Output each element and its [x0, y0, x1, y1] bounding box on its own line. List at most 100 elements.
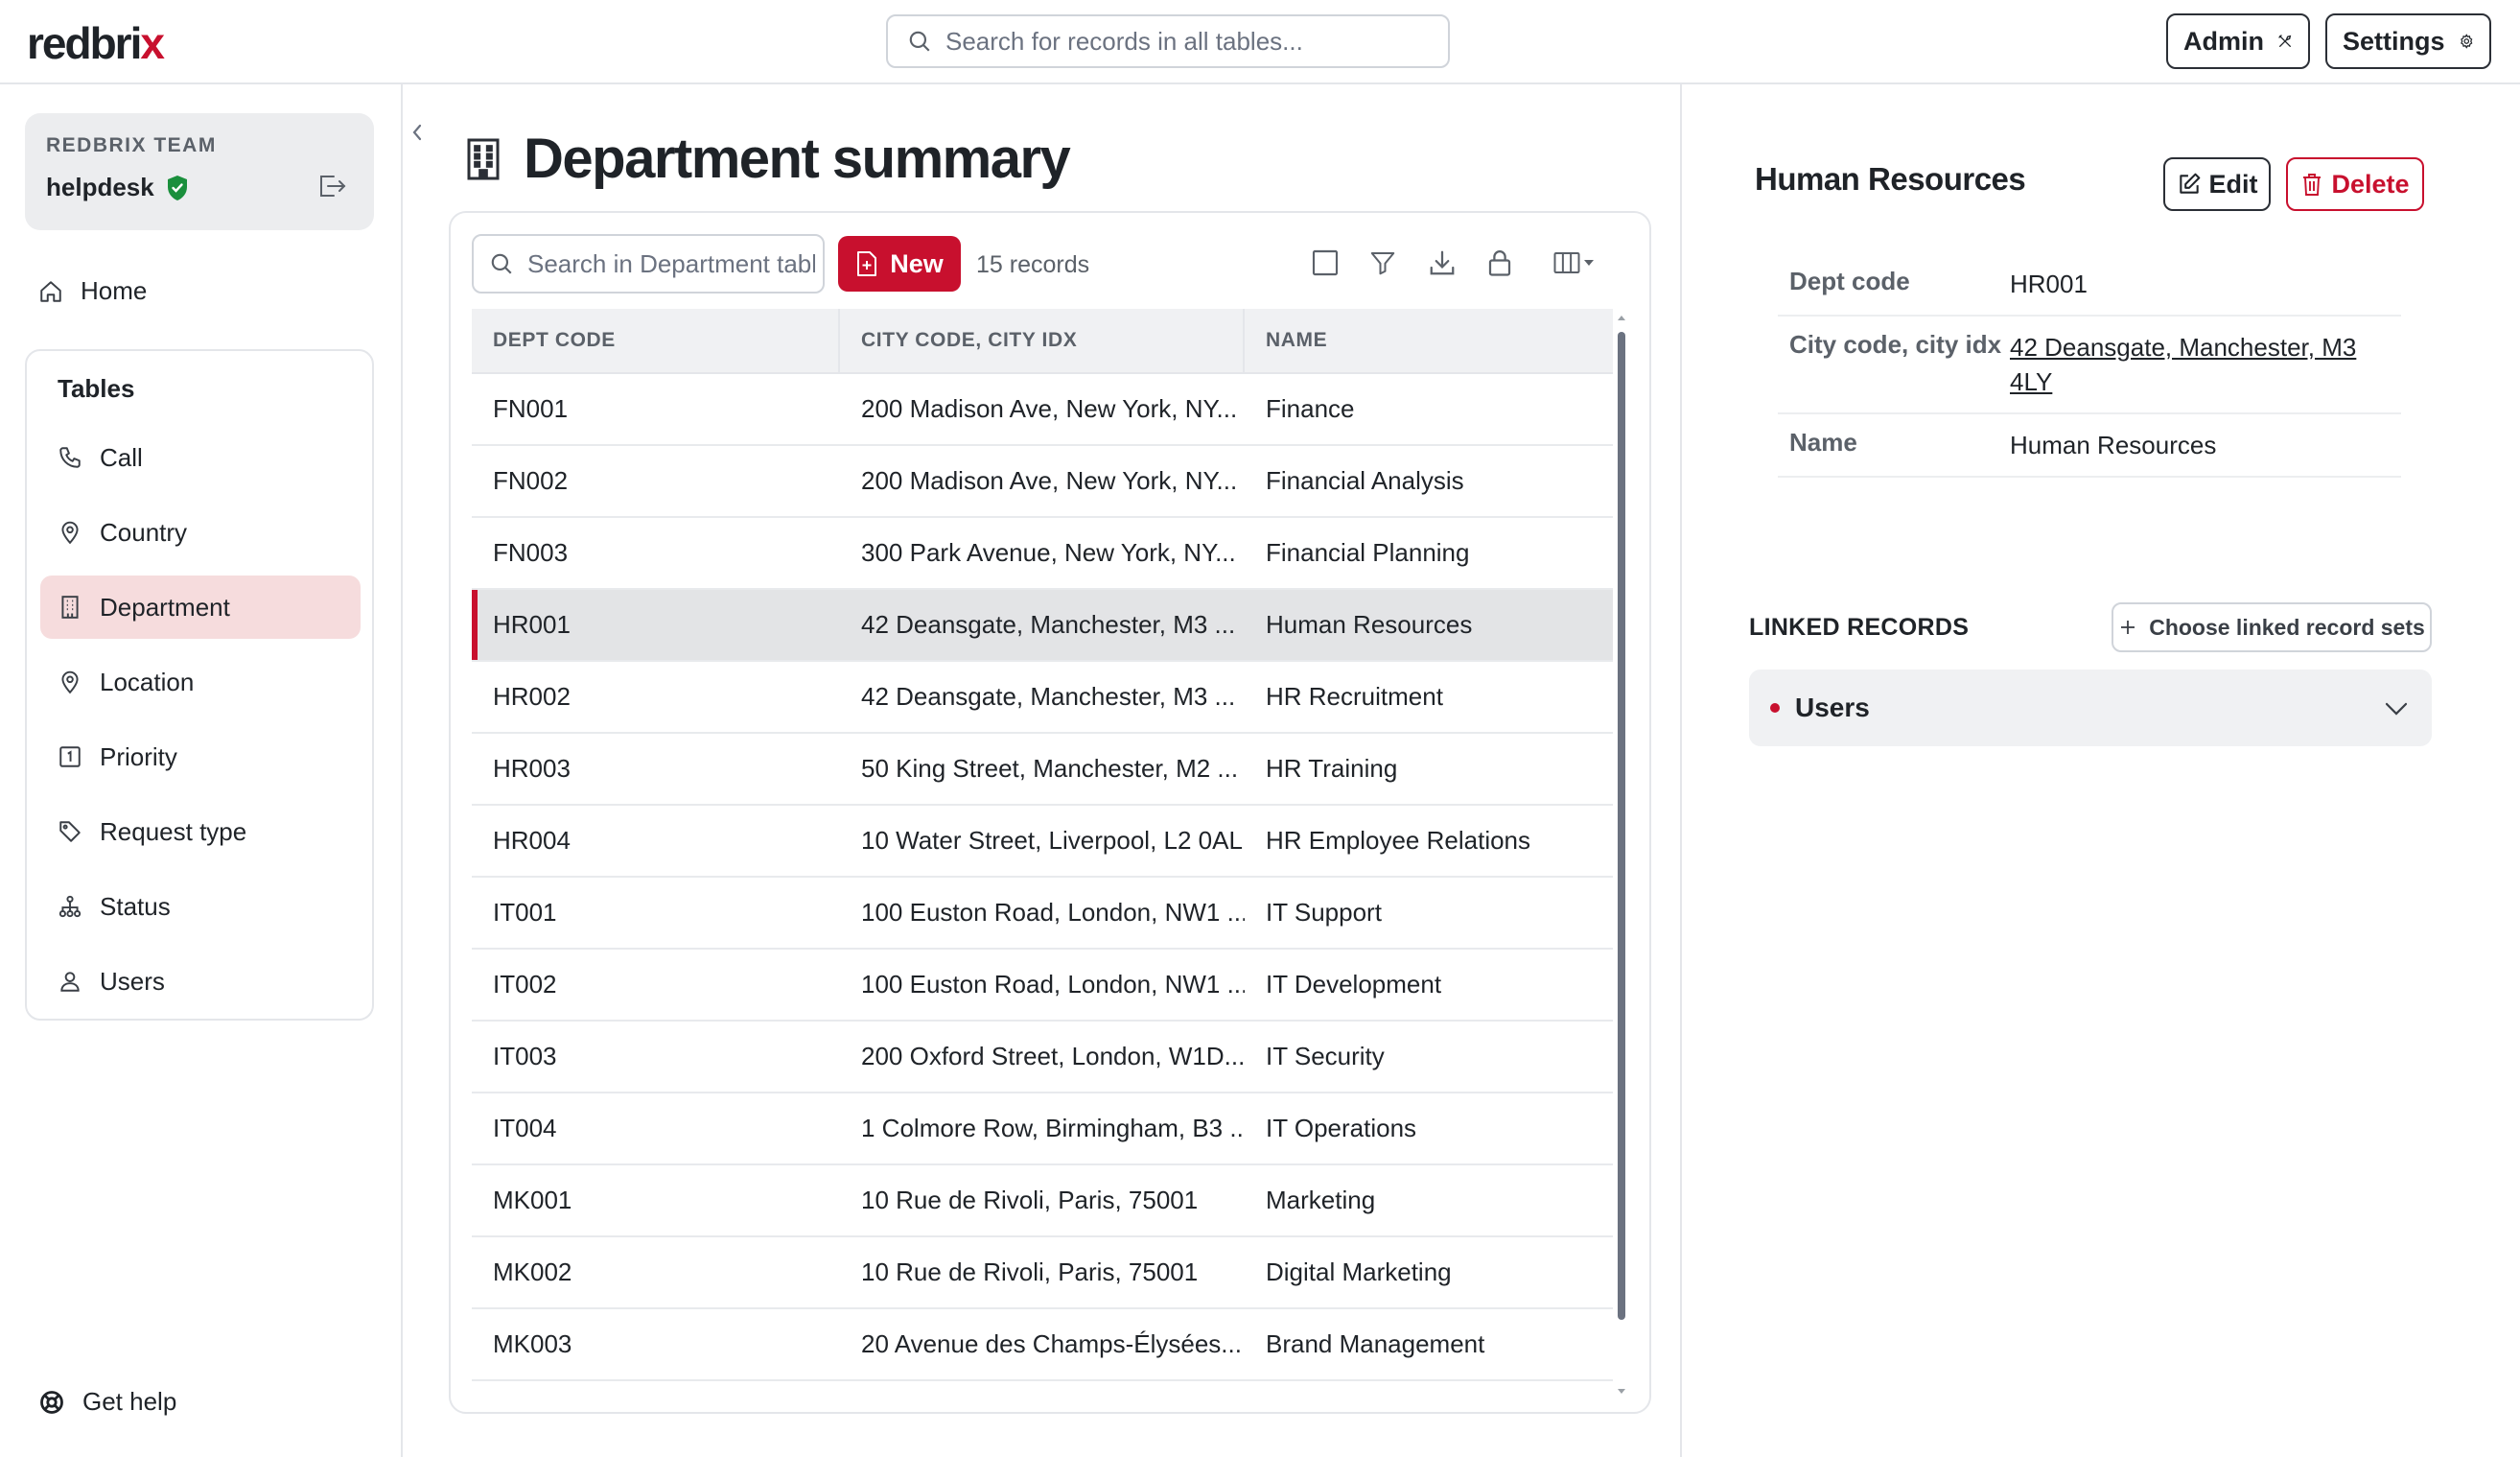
sidebar-item-call[interactable]: Call — [40, 426, 361, 489]
table-scrollbar[interactable] — [1615, 313, 1628, 1397]
table-row[interactable]: IT004 1 Colmore Row, Birmingham, B3 ... IT… — [472, 1093, 1613, 1165]
redbrix-logo[interactable]: redbrix — [27, 17, 165, 69]
choose-linked-records-button[interactable]: Choose linked record sets — [2112, 602, 2432, 652]
table-row[interactable]: HR001 42 Deansgate, Manchester, M3 ... Hum… — [472, 590, 1613, 662]
nav-home[interactable]: Home — [38, 276, 147, 306]
cell-dept-code: IT003 — [493, 1042, 557, 1070]
phone-icon — [59, 447, 81, 468]
table-row[interactable]: MK001 10 Rue de Rivoli, Paris, 75001 Marke… — [472, 1165, 1613, 1237]
select-toggle-button[interactable] — [1306, 244, 1344, 282]
choose-linked-records-label: Choose linked record sets — [2149, 614, 2425, 640]
record-count: 15 records — [976, 251, 1090, 278]
filter-button[interactable] — [1364, 244, 1402, 282]
new-record-button[interactable]: New — [838, 236, 961, 292]
logout-icon[interactable] — [316, 173, 347, 200]
new-record-label: New — [890, 248, 944, 278]
cell-city-code: 10 Rue de Rivoli, Paris, 75001 — [861, 1257, 1199, 1286]
edit-button[interactable]: Edit — [2163, 157, 2271, 211]
cell-name: HR Employee Relations — [1266, 826, 1531, 855]
chevron-down-icon — [2385, 702, 2408, 716]
cell-dept-code: HR001 — [493, 610, 571, 639]
city-link[interactable]: 42 Deansgate, Manchester, M3 4LY — [2010, 330, 2393, 399]
sidebar-item-location[interactable]: Location — [40, 650, 361, 714]
global-search[interactable] — [886, 14, 1450, 68]
table-row[interactable]: MK002 10 Rue de Rivoli, Paris, 75001 Digit… — [472, 1237, 1613, 1309]
columns-icon — [1553, 252, 1580, 273]
admin-button[interactable]: Admin — [2166, 13, 2310, 69]
table-row[interactable]: IT001 100 Euston Road, London, NW1 ... IT … — [472, 878, 1613, 950]
cell-name: HR Recruitment — [1266, 682, 1443, 711]
sidebar-item-label: Request type — [100, 816, 247, 846]
scroll-thumb[interactable] — [1618, 332, 1625, 1320]
column-header-name[interactable]: NAME — [1245, 309, 1613, 372]
sidebar-item-status[interactable]: Status — [40, 875, 361, 938]
cell-dept-code: FN003 — [493, 538, 569, 567]
sidebar-item-request-type[interactable]: Request type — [40, 800, 361, 863]
scroll-down-arrow-icon[interactable] — [1615, 1387, 1628, 1397]
sidebar-item-label: Country — [100, 517, 188, 547]
sidebar-item-users[interactable]: Users — [40, 950, 361, 1013]
field-city-code: City code, city idx 42 Deansgate, Manche… — [1778, 317, 2401, 414]
detail-title: Human Resources — [1755, 161, 2026, 197]
table-search-input[interactable] — [527, 248, 815, 279]
team-label: REDBRIX TEAM — [46, 134, 217, 156]
page-title: Department summary — [524, 128, 1071, 190]
columns-button[interactable] — [1544, 244, 1601, 282]
column-header-dept-code[interactable]: DEPT CODE — [472, 309, 840, 372]
table-row[interactable]: FN002 200 Madison Ave, New York, NY... Fin… — [472, 446, 1613, 518]
global-search-input[interactable] — [945, 26, 1425, 57]
table-body: FN001 200 Madison Ave, New York, NY... Fin… — [472, 374, 1613, 1381]
cell-dept-code: HR004 — [493, 826, 571, 855]
sidebar: REDBRIX TEAM helpdesk Home Tables Call C… — [0, 84, 403, 1457]
table-row[interactable]: HR003 50 King Street, Manchester, M2 ... H… — [472, 734, 1613, 806]
user-icon — [60, 972, 80, 992]
cell-city-code: 300 Park Avenue, New York, NY... — [861, 538, 1236, 567]
cell-dept-code: IT002 — [493, 970, 557, 999]
column-header-city-code[interactable]: CITY CODE, CITY IDX — [840, 309, 1245, 372]
checkbox-icon — [1312, 249, 1339, 276]
sidebar-item-label: Users — [100, 966, 165, 996]
table-row[interactable]: HR004 10 Water Street, Liverpool, L2 0AL H… — [472, 806, 1613, 878]
sidebar-item-country[interactable]: Country — [40, 501, 361, 564]
team-name: helpdesk — [46, 173, 189, 202]
lock-button[interactable] — [1481, 244, 1519, 282]
cell-dept-code: MK002 — [493, 1257, 572, 1286]
download-button[interactable] — [1423, 244, 1461, 282]
table-row[interactable]: FN003 300 Park Avenue, New York, NY... Fin… — [472, 518, 1613, 590]
admin-button-label: Admin — [2183, 26, 2264, 56]
linked-records-title: LINKED RECORDS — [1749, 614, 1970, 641]
table-row[interactable]: FN001 200 Madison Ave, New York, NY... Fin… — [472, 374, 1613, 446]
team-card: REDBRIX TEAM helpdesk — [25, 113, 374, 230]
settings-button[interactable]: Settings — [2325, 13, 2491, 69]
cell-city-code: 10 Rue de Rivoli, Paris, 75001 — [861, 1186, 1199, 1214]
map-pin-icon — [61, 521, 79, 545]
tag-icon — [59, 821, 81, 842]
cell-city-code: 42 Deansgate, Manchester, M3 ... — [861, 610, 1236, 639]
sidebar-item-label: Department — [100, 592, 230, 622]
delete-button[interactable]: Delete — [2286, 157, 2424, 211]
tools-icon — [2278, 35, 2292, 47]
table-row[interactable]: IT002 100 Euston Road, London, NW1 ... IT … — [472, 950, 1613, 1022]
cell-name: Digital Marketing — [1266, 1257, 1452, 1286]
table-search[interactable] — [472, 234, 825, 294]
cell-name: Financial Analysis — [1266, 466, 1464, 495]
table-row[interactable]: IT003 200 Oxford Street, London, W1D... IT… — [472, 1022, 1613, 1093]
cell-dept-code: FN001 — [493, 394, 569, 423]
cell-dept-code: FN002 — [493, 466, 569, 495]
scroll-up-arrow-icon[interactable] — [1615, 313, 1628, 322]
cell-city-code: 20 Avenue des Champs-Élysées... — [861, 1329, 1242, 1358]
sidebar-item-department[interactable]: Department — [40, 576, 361, 639]
table-header: DEPT CODE CITY CODE, CITY IDX NAME — [472, 309, 1613, 374]
cell-name: IT Operations — [1266, 1114, 1417, 1142]
get-help-label: Get help — [82, 1387, 177, 1416]
cell-dept-code: MK003 — [493, 1329, 572, 1358]
table-row[interactable]: HR002 42 Deansgate, Manchester, M3 ... HR … — [472, 662, 1613, 734]
linked-set-users[interactable]: Users — [1749, 670, 2432, 746]
sidebar-item-label: Call — [100, 442, 143, 472]
table-row[interactable]: MK003 20 Avenue des Champs-Élysées... Bran… — [472, 1309, 1613, 1381]
cell-city-code: 10 Water Street, Liverpool, L2 0AL — [861, 826, 1243, 855]
sidebar-item-priority[interactable]: Priority — [40, 725, 361, 788]
collapse-sidebar-button[interactable] — [403, 113, 432, 152]
sidebar-item-label: Status — [100, 891, 171, 921]
get-help-link[interactable]: Get help — [38, 1387, 176, 1417]
